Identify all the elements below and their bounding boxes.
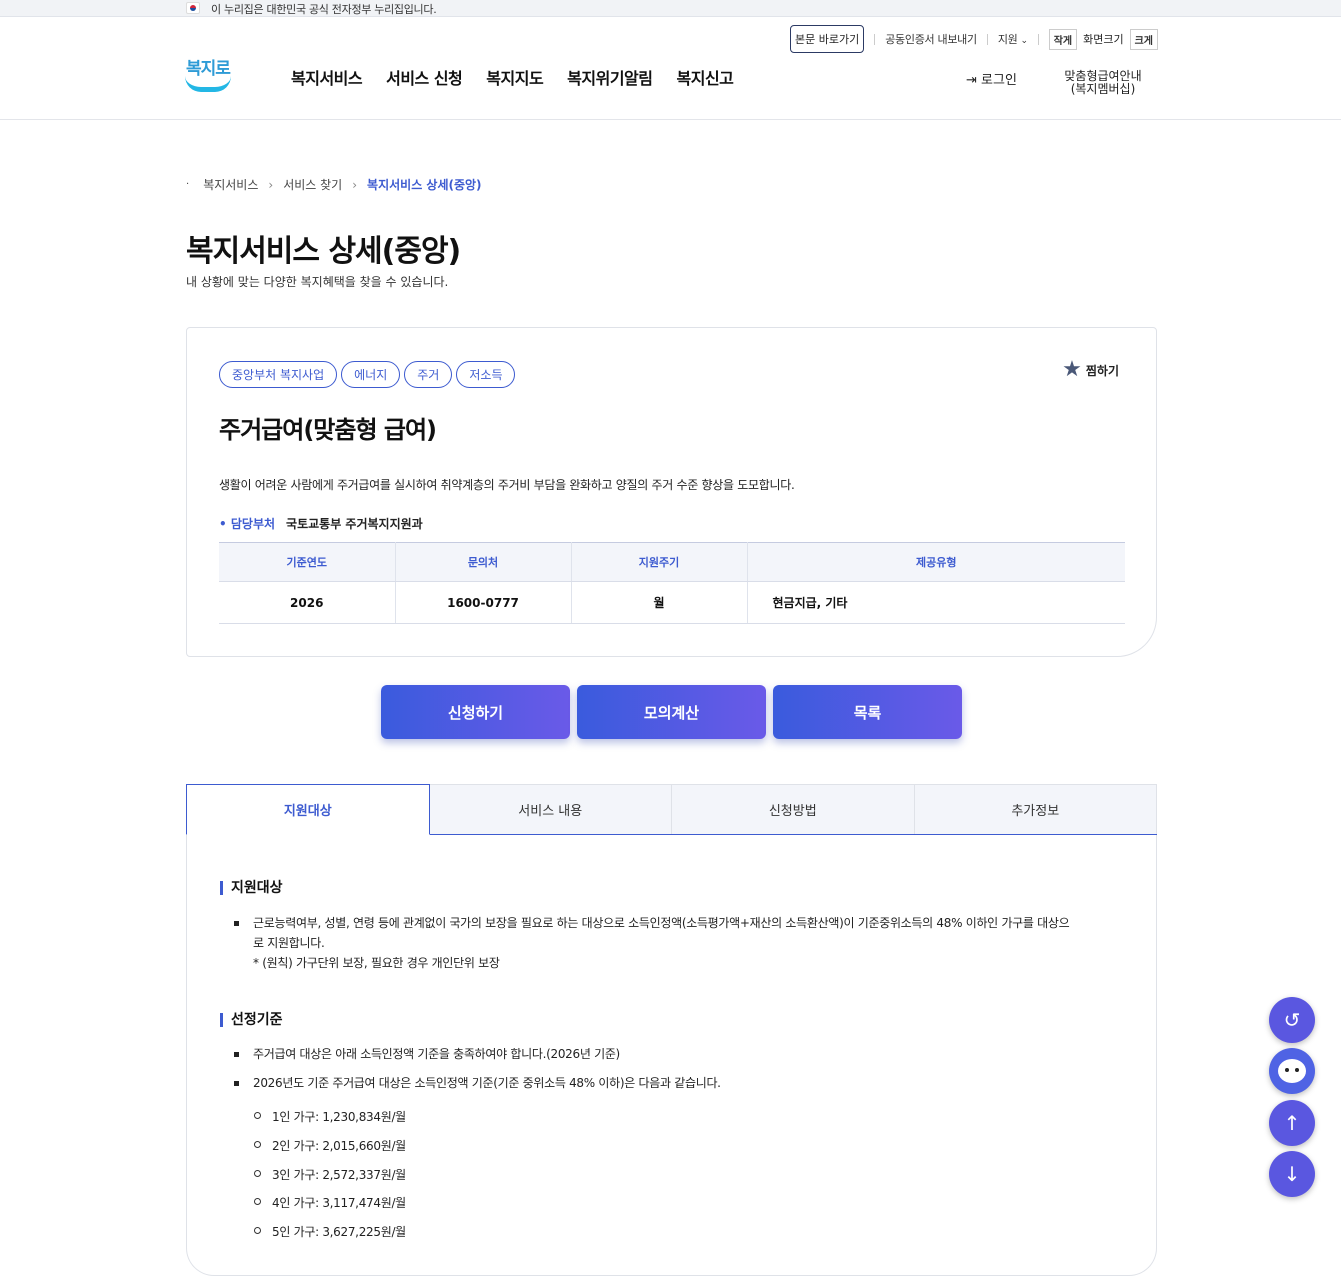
table-cell: 월	[571, 581, 748, 624]
service-description: 생활이 어려운 사람에게 주거급여를 실시하여 취약계층의 주거비 부담을 완화…	[219, 478, 795, 492]
skip-to-content-button[interactable]: 본문 바로가기	[790, 25, 865, 53]
divider	[874, 33, 876, 45]
scroll-bottom-button[interactable]: ↓	[1269, 1151, 1315, 1197]
logo-smile-icon	[185, 76, 231, 92]
scroll-top-button[interactable]: ↑	[1269, 1100, 1315, 1146]
breadcrumb-item[interactable]: 서비스 찾기	[283, 176, 342, 193]
star-icon: ★	[1062, 357, 1082, 382]
support-menu[interactable]: 지원 ⌄	[998, 31, 1028, 47]
chatbot-icon	[1278, 1059, 1306, 1083]
font-large-button[interactable]: 크게	[1129, 28, 1158, 50]
service-summary-card: 중앙부처 복지사업 에너지 주거 저소득 ★ 찜하기 주거급여(맞춤형 급여) …	[186, 327, 1157, 657]
history-icon: ↺	[1283, 1008, 1301, 1032]
department-row: • 담당부처 국토교통부 주거복지지원과	[219, 515, 423, 532]
korea-flag-icon	[186, 2, 200, 14]
tag[interactable]: 주거	[404, 361, 453, 388]
membership-label: 맞춤형급여안내 (복지멤버십)	[1064, 69, 1142, 96]
arrow-down-icon: ↓	[1283, 1162, 1301, 1186]
table-header-row: 기준연도 문의처 지원주기 제공유형	[219, 542, 1125, 582]
login-button[interactable]: ⇥ 로그인	[966, 69, 1017, 88]
nav-welfare-report[interactable]: 복지신고	[677, 65, 734, 89]
sub-list-item: 3인 가구: 2,572,337원/월	[254, 1166, 406, 1183]
main-nav: 복지서비스 서비스 신청 복지지도 복지위기알림 복지신고	[291, 65, 757, 89]
logo[interactable]: 복지로	[184, 54, 234, 96]
arrow-up-icon: ↑	[1283, 1111, 1301, 1135]
tab-content: 지원대상 근로능력여부, 성별, 연령 등에 관계없이 국가의 보장을 필요로 …	[186, 835, 1157, 1276]
tab-additional-info[interactable]: 추가정보	[914, 784, 1157, 834]
tab-service-content[interactable]: 서비스 내용	[429, 784, 672, 834]
list-item: 주거급여 대상은 아래 소득인정액 기준을 충족하여야 합니다.(2026년 기…	[234, 1044, 620, 1064]
tab-apply-method[interactable]: 신청방법	[672, 784, 915, 834]
favorite-label: 찜하기	[1085, 363, 1119, 378]
tab-eligibility[interactable]: 지원대상	[186, 784, 430, 835]
table-cell: 2026	[219, 581, 396, 624]
simulate-button[interactable]: 모의계산	[577, 685, 766, 739]
gov-banner: 이 누리집은 대한민국 공식 전자정부 누리집입니다.	[0, 0, 1341, 17]
section-title: 지원대상	[220, 881, 283, 895]
page-description: 내 상황에 맞는 다양한 복지혜택을 찾을 수 있습니다.	[186, 275, 449, 289]
table-header: 기준연도	[219, 542, 396, 582]
nav-welfare-service[interactable]: 복지서비스	[291, 65, 363, 89]
breadcrumb: · 복지서비스 › 서비스 찾기 › 복지서비스 상세(중앙)	[186, 176, 482, 193]
utility-bar: 본문 바로가기 공동인증서 내보내기 지원 ⌄ 작게 화면크기 크게	[790, 25, 1158, 53]
site-header: 본문 바로가기 공동인증서 내보내기 지원 ⌄ 작게 화면크기 크게 복지로 복지…	[0, 17, 1341, 120]
font-small-button[interactable]: 작게	[1048, 28, 1078, 50]
table-row: 2026 1600-0777 월 현금지급, 기타	[219, 581, 1125, 624]
department-value: 국토교통부 주거복지지원과	[286, 517, 423, 531]
table-cell: 현금지급, 기타	[747, 581, 1125, 624]
table-header: 지원주기	[571, 542, 748, 582]
breadcrumb-item[interactable]: 복지서비스	[203, 176, 258, 193]
service-info-table: 기준연도 문의처 지원주기 제공유형 2026 1600-0777 월 현금지급…	[219, 542, 1125, 624]
nav-crisis-alert[interactable]: 복지위기알림	[567, 65, 653, 89]
page-title: 복지서비스 상세(중앙)	[186, 234, 461, 269]
detail-tabs: 지원대상 서비스 내용 신청방법 추가정보	[186, 784, 1157, 835]
support-label: 지원	[997, 33, 1018, 46]
cert-export-link[interactable]: 공동인증서 내보내기	[885, 31, 977, 47]
history-button[interactable]: ↺	[1269, 997, 1315, 1043]
login-icon: ⇥	[966, 73, 977, 88]
favorite-button[interactable]: ★ 찜하기	[1062, 357, 1119, 382]
font-size-label: 화면크기	[1083, 33, 1124, 46]
list-item: 근로능력여부, 성별, 연령 등에 관계없이 국가의 보장을 필요로 하는 대상…	[234, 913, 1070, 973]
chevron-right-icon: ›	[268, 177, 274, 192]
breadcrumb-current: 복지서비스 상세(중앙)	[367, 178, 482, 192]
home-dot-icon: ·	[186, 179, 190, 190]
divider	[986, 33, 988, 45]
action-buttons: 신청하기 모의계산 목록	[381, 685, 969, 739]
section-title: 선정기준	[220, 1013, 283, 1027]
sub-list-item: 2인 가구: 2,015,660원/월	[254, 1137, 406, 1154]
chatbot-button[interactable]	[1269, 1048, 1315, 1094]
list-button[interactable]: 목록	[773, 685, 962, 739]
nav-service-apply[interactable]: 서비스 신청	[386, 65, 463, 89]
tag[interactable]: 저소득	[456, 361, 516, 388]
divider	[1037, 33, 1039, 45]
service-title: 주거급여(맞춤형 급여)	[219, 416, 437, 444]
sub-list-item: 1인 가구: 1,230,834원/월	[254, 1108, 406, 1125]
tag[interactable]: 에너지	[341, 361, 401, 388]
tag[interactable]: 중앙부처 복지사업	[219, 361, 338, 388]
department-label: • 담당부처	[219, 517, 276, 531]
list-item: 2026년도 기준 주거급여 대상은 소득인정액 기준(기준 중위소득 48% …	[234, 1073, 721, 1093]
chevron-right-icon: ›	[352, 177, 358, 192]
nav-welfare-map[interactable]: 복지지도	[486, 65, 543, 89]
sub-list-item: 5인 가구: 3,627,225원/월	[254, 1223, 406, 1240]
tag-list: 중앙부처 복지사업 에너지 주거 저소득	[219, 361, 519, 388]
apply-button[interactable]: 신청하기	[381, 685, 570, 739]
gov-banner-text: 이 누리집은 대한민국 공식 전자정부 누리집입니다.	[211, 3, 437, 16]
login-label: 로그인	[981, 73, 1017, 88]
table-header: 문의처	[395, 542, 572, 582]
sub-list-item: 4인 가구: 3,117,474원/월	[254, 1194, 406, 1211]
table-cell: 1600-0777	[395, 581, 572, 624]
table-header: 제공유형	[747, 542, 1125, 582]
chevron-down-icon: ⌄	[1020, 36, 1028, 46]
membership-button[interactable]: 맞춤형급여안내 (복지멤버십)	[1048, 70, 1158, 96]
